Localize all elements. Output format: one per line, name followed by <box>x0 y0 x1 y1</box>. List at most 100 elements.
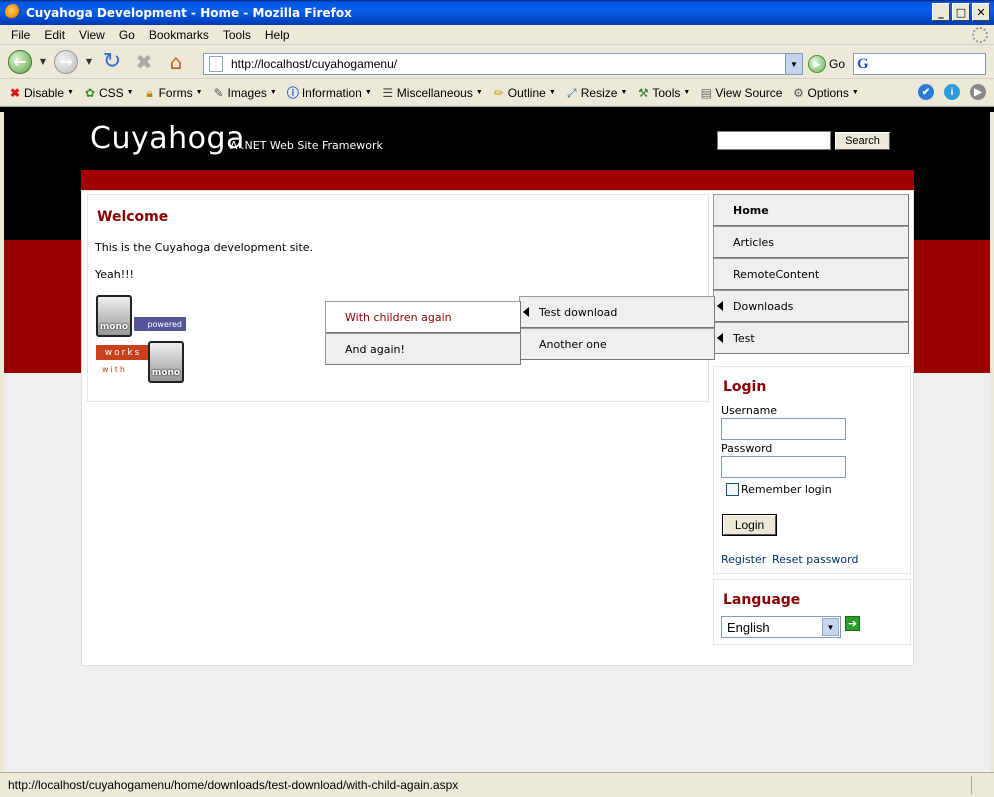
mono-logo-icon: mono <box>96 295 132 337</box>
dev-information-menu[interactable]: ⓘ Information ▼ <box>286 86 372 100</box>
submenu-arrow-icon <box>717 301 723 311</box>
chevron-down-icon[interactable]: ▼ <box>822 618 839 636</box>
dev-css-label: CSS <box>98 85 124 100</box>
dev-images-menu[interactable]: ✎ Images ▼ <box>212 86 277 100</box>
forward-button[interactable]: → <box>52 48 80 76</box>
menu-edit[interactable]: Edit <box>37 28 72 42</box>
menu-item-and-again[interactable]: And again! <box>325 333 521 365</box>
menu-item-label: Home <box>733 203 769 217</box>
play-icon[interactable]: ▶ <box>970 84 986 100</box>
stop-button[interactable]: ✖ <box>130 48 158 76</box>
window-titlebar: Cuyahoga Development - Home - Mozilla Fi… <box>0 0 994 25</box>
dev-resize-menu[interactable]: ⤢ Resize ▼ <box>565 85 627 100</box>
mono-powered-badge[interactable]: mono powered <box>96 295 188 339</box>
menu-bookmarks[interactable]: Bookmarks <box>142 28 216 42</box>
menu-go[interactable]: Go <box>112 28 142 42</box>
info-icon: ⓘ <box>286 85 299 100</box>
menu-item-articles[interactable]: Articles <box>713 226 909 258</box>
page-icon: ▤ <box>700 85 712 100</box>
forward-history-dropdown[interactable]: ▼ <box>84 57 94 66</box>
mono-logo-icon: mono <box>148 341 184 383</box>
works-tag: works <box>96 345 150 360</box>
dev-forms-label: Forms <box>158 85 193 100</box>
back-history-dropdown[interactable]: ▼ <box>38 57 48 66</box>
maximize-button[interactable]: □ <box>952 3 970 21</box>
check-icon[interactable]: ✔ <box>918 84 934 100</box>
menu-item-test[interactable]: Test <box>713 322 909 354</box>
reload-button[interactable]: ↻ <box>98 48 126 76</box>
caret-icon: ▼ <box>269 89 277 96</box>
menu-item-another-one[interactable]: Another one <box>519 328 715 360</box>
back-arrow-icon: ← <box>8 49 32 74</box>
address-dropdown[interactable]: ▼ <box>785 54 802 74</box>
reset-password-link[interactable]: Reset password <box>772 553 858 566</box>
menu-item-remotecontent[interactable]: RemoteContent <box>713 258 909 290</box>
menu-item-downloads[interactable]: Downloads <box>713 290 909 322</box>
menu-item-home[interactable]: Home <box>713 194 909 226</box>
menu-help[interactable]: Help <box>258 28 297 42</box>
images-icon: ✎ <box>213 85 224 100</box>
dev-outline-menu[interactable]: ✏ Outline ▼ <box>492 86 556 100</box>
window-frame-right <box>990 112 994 772</box>
address-bar[interactable]: http://localhost/cuyahogamenu/ ▼ <box>203 53 803 75</box>
password-label: Password <box>721 442 773 455</box>
language-panel: Language English ▼ ➔ <box>713 579 911 645</box>
firefox-icon <box>5 4 21 20</box>
content-paragraph: Yeah!!! <box>95 268 134 281</box>
go-button[interactable]: ▶ Go <box>808 55 845 73</box>
menu-item-with-children-again[interactable]: With children again <box>325 301 521 333</box>
dev-view-source-label: View Source <box>715 85 783 100</box>
language-go-icon[interactable]: ➔ <box>845 616 860 631</box>
pencil-icon: ✏ <box>493 85 504 100</box>
dev-options-menu[interactable]: ⚙ Options ▼ <box>791 85 859 100</box>
site-logo[interactable]: Cuyahoga <box>90 121 245 156</box>
menu-item-label: RemoteContent <box>733 267 820 281</box>
powered-tag: powered <box>134 317 186 331</box>
back-button[interactable]: ← <box>6 48 34 76</box>
menu-item-label: And again! <box>345 342 405 356</box>
page-icon <box>209 56 223 72</box>
dev-forms-menu[interactable]: 🔒︎ Forms ▼ <box>143 85 202 100</box>
password-input[interactable] <box>721 456 846 478</box>
menu-item-test-download[interactable]: Test download <box>519 296 715 328</box>
site-tagline: A .NET Web Site Framework <box>230 139 383 152</box>
window-title: Cuyahoga Development - Home - Mozilla Fi… <box>26 5 352 20</box>
browser-chrome: File Edit View Go Bookmarks Tools Help ←… <box>0 25 994 107</box>
caret-icon: ▼ <box>548 89 556 96</box>
site-search-button[interactable]: Search <box>834 131 891 151</box>
dev-miscellaneous-menu[interactable]: ☰ Miscellaneous ▼ <box>381 86 482 100</box>
dev-disable-menu[interactable]: ✖ Disable ▼ <box>8 86 74 100</box>
caret-icon: ▼ <box>851 89 859 96</box>
remember-login-checkbox[interactable] <box>726 483 739 496</box>
go-arrow-icon: ▶ <box>808 55 826 73</box>
address-url: http://localhost/cuyahogamenu/ <box>231 57 398 71</box>
dev-view-source-button[interactable]: ▤ View Source <box>699 85 783 100</box>
dev-css-menu[interactable]: ✿ CSS ▼ <box>83 86 134 100</box>
web-developer-toolbar: ✖ Disable ▼ ✿ CSS ▼ 🔒︎ Forms ▼ ✎ Images ▼ ⓘ Infor… <box>0 79 994 107</box>
stop-icon: ✖ <box>135 49 153 74</box>
username-input[interactable] <box>721 418 846 440</box>
google-icon[interactable]: G <box>857 56 869 73</box>
menu-item-label: With children again <box>345 310 452 324</box>
site-search-input[interactable] <box>717 131 831 150</box>
register-link[interactable]: Register <box>721 553 766 566</box>
dev-status-icons: ✔ i ▶ <box>918 84 986 100</box>
menu-file[interactable]: File <box>4 28 37 42</box>
minimize-button[interactable]: _ <box>932 3 950 21</box>
dev-resize-label: Resize <box>580 85 618 100</box>
status-divider <box>971 776 972 794</box>
options-icon: ⚙ <box>793 85 804 100</box>
close-button[interactable]: ✕ <box>972 3 990 21</box>
login-panel: Login Username Password Remember login L… <box>713 366 911 574</box>
login-button[interactable]: Login <box>722 514 777 536</box>
language-select[interactable]: English ▼ <box>721 616 841 638</box>
submenu-arrow-icon <box>523 307 529 317</box>
home-button[interactable]: ⌂ <box>162 48 190 76</box>
works-with-mono-badge[interactable]: works with mono <box>96 341 186 385</box>
menu-tools[interactable]: Tools <box>216 28 258 42</box>
menu-view[interactable]: View <box>72 28 112 42</box>
browser-search-input[interactable]: G <box>853 53 986 75</box>
menu-item-label: Test <box>733 331 755 345</box>
dev-tools-menu[interactable]: ⚒ Tools ▼ <box>636 86 690 100</box>
info-bubble-icon[interactable]: i <box>944 84 960 100</box>
